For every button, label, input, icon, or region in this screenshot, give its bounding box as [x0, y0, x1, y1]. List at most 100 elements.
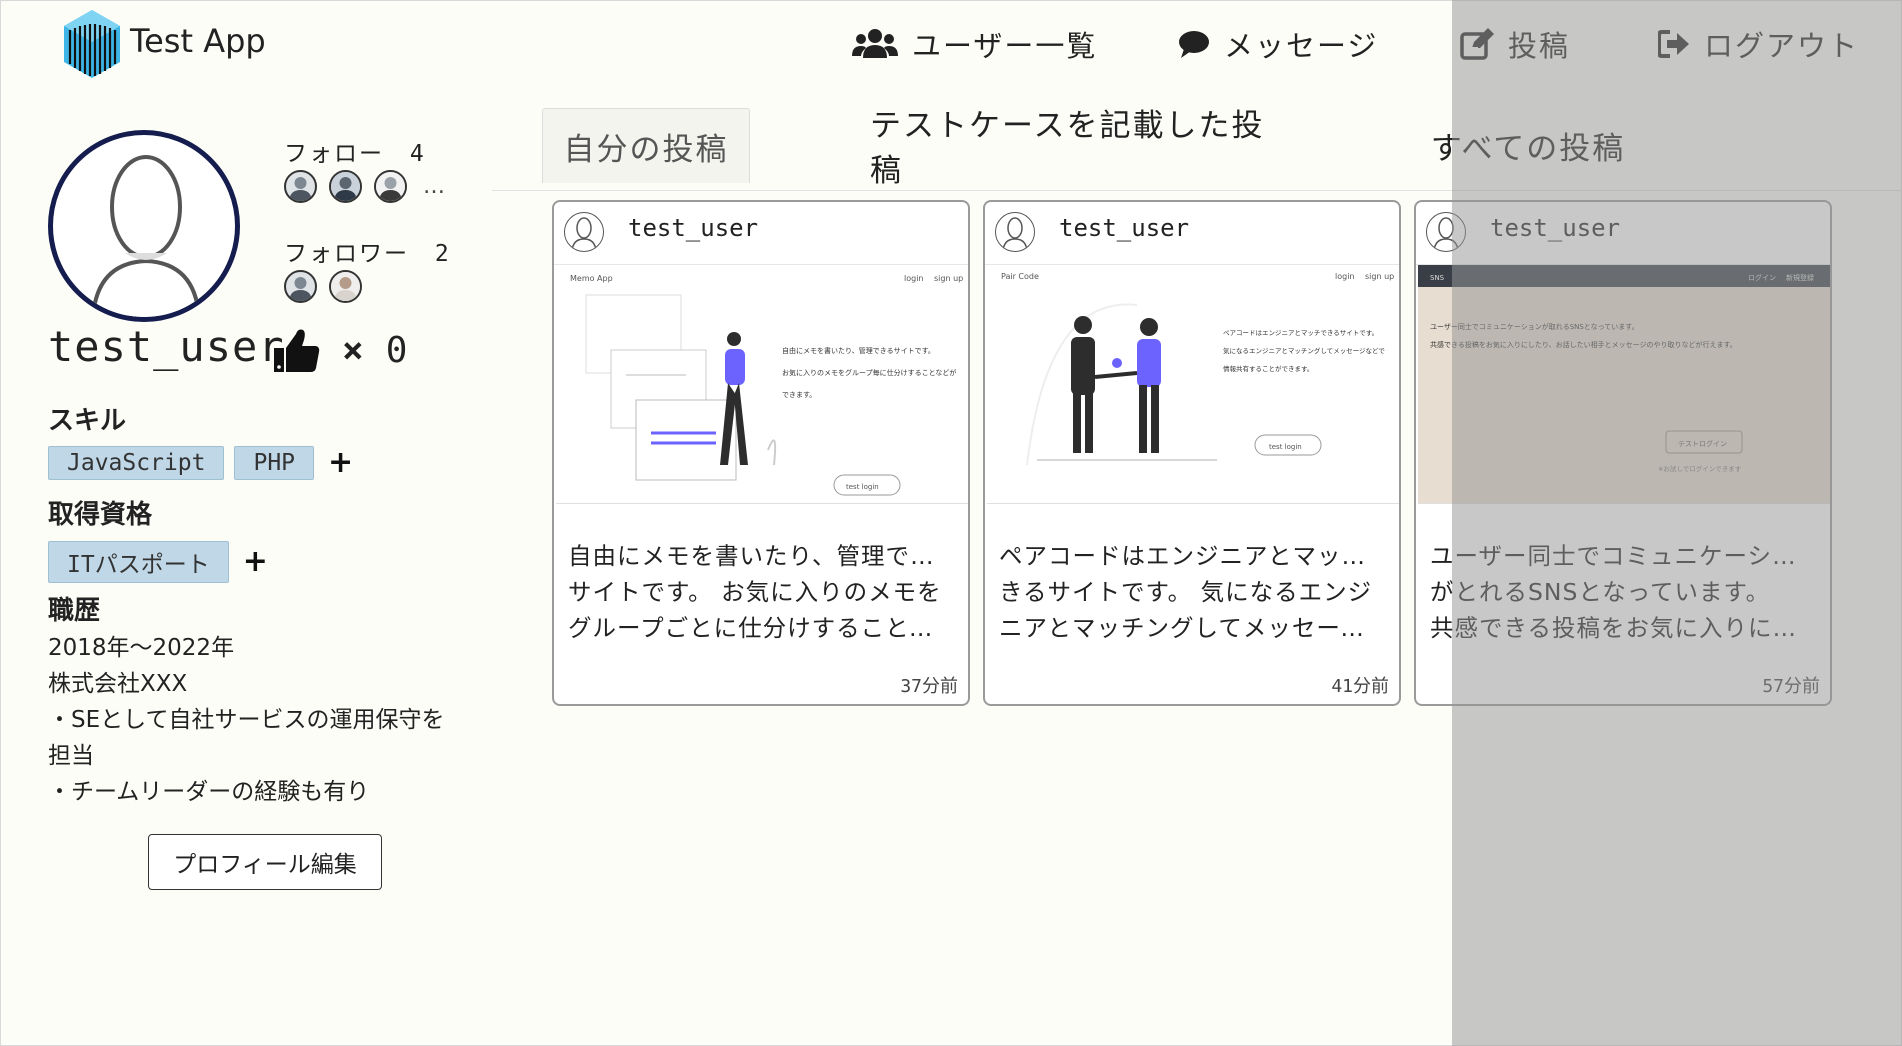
post-card[interactable]: test_user Memo App login sign up 自由にメモを書…: [552, 200, 970, 706]
app-logo-icon[interactable]: [60, 8, 124, 80]
comment-icon: [1179, 31, 1209, 58]
thumb-nav: login: [904, 274, 924, 283]
thumb-note: ※お試しでログインできます: [1658, 464, 1742, 473]
post-body-line: ニアとマッチングしてメッセージ…: [999, 614, 1387, 642]
post-time: 37分前: [900, 676, 958, 697]
thumb-button: テストログイン: [1678, 439, 1727, 448]
post-body-line: サイトです。 お気に入りのメモを: [568, 578, 942, 606]
post-author-avatar[interactable]: [995, 212, 1035, 252]
thumb-text: 自由にメモを書いたり、管理できるサイトです。: [782, 346, 935, 355]
nav-post-label: 投稿: [1508, 29, 1571, 63]
likes-counter: × 0: [274, 328, 407, 372]
post-card[interactable]: test_user Pair Code login sign up ペアコードは…: [983, 200, 1401, 706]
follower-avatar[interactable]: [329, 270, 362, 303]
tab-my-posts[interactable]: 自分の投稿: [542, 108, 750, 183]
career-line: ・チームリーダーの経験も有り: [48, 779, 370, 805]
career-line: 株式会社XXX: [48, 671, 188, 697]
follower-text: フォロワー: [284, 241, 409, 267]
nav-users-label: ユーザー一覧: [912, 29, 1098, 63]
likes-count: 0: [385, 329, 408, 371]
thumb-brand: SNS: [1430, 274, 1445, 282]
post-thumbnail: SNS ログイン 新規登録 ユーザー同士でコミュニケーションが取れるSNSとなっ…: [1418, 265, 1830, 504]
post-author-name[interactable]: test_user: [1059, 214, 1189, 242]
edit-profile-button[interactable]: プロフィール編集: [148, 834, 382, 890]
tab-testcase-posts[interactable]: テストケースを記載した投稿: [870, 108, 1290, 189]
header: Test App ユーザー一覧 メッセージ 投稿 ログアウト: [0, 0, 1902, 90]
career-text: 2018年〜2022年 株式会社XXX ・SEとして自社サービスの運用保守を担当…: [48, 630, 448, 810]
following-avatar[interactable]: [329, 170, 362, 203]
follow-count: 4: [409, 141, 426, 167]
nav-logout[interactable]: ログアウト: [1658, 22, 1859, 66]
thumb-brand: Pair Code: [1001, 272, 1039, 281]
cert-title: 取得資格: [48, 500, 153, 530]
follower-avatars: [284, 270, 362, 303]
following-avatar[interactable]: [284, 170, 317, 203]
edit-icon: [1460, 28, 1494, 60]
career-line: ・SEとして自社サービスの運用保守を担当: [48, 707, 445, 769]
thumb-button: test login: [846, 483, 879, 491]
nav-messages-label: メッセージ: [1224, 29, 1379, 63]
tabs-divider: [492, 190, 1902, 191]
skills-title: スキル: [48, 406, 127, 436]
sign-out-icon: [1658, 30, 1689, 58]
post-body-line: ペアコードはエンジニアとマッチで: [999, 542, 1387, 570]
post-author-avatar[interactable]: [564, 212, 604, 252]
post-author-avatar[interactable]: [1426, 212, 1466, 252]
thumb-text: 気になるエンジニアとマッチングしてメッセージなどで: [1223, 346, 1385, 355]
sns-screenshot: SNS ログイン 新規登録 ユーザー同士でコミュニケーションが取れるSNSとなっ…: [1418, 265, 1830, 503]
thumb-nav: ログイン: [1748, 273, 1776, 282]
post-body-line: ユーザー同士でコミュニケーション: [1430, 542, 1818, 570]
post-body-line: きるサイトです。 気になるエンジ: [999, 578, 1373, 606]
add-skill-button[interactable]: +: [328, 448, 353, 478]
skill-tag[interactable]: JavaScript: [48, 446, 225, 480]
tab-all-posts[interactable]: すべての投稿: [1408, 108, 1648, 182]
thumb-text: ユーザー同士でコミュニケーションが取れるSNSとなっています。: [1430, 322, 1639, 331]
follow-label[interactable]: フォロー 4: [284, 134, 426, 168]
pair-code-screenshot: Pair Code login sign up ペアコードはエンジニアとマッチで…: [987, 265, 1399, 503]
post-thumbnail: Pair Code login sign up ペアコードはエンジニアとマッチで…: [987, 265, 1399, 504]
post-time: 57分前: [1762, 676, 1820, 697]
nav-post[interactable]: 投稿: [1460, 22, 1570, 66]
likes-times: ×: [342, 329, 364, 371]
following-avatar[interactable]: [374, 170, 407, 203]
career-title: 職歴: [48, 596, 101, 626]
thumb-text: ペアコードはエンジニアとマッチできるサイトです。: [1223, 329, 1378, 337]
thumb-brand: Memo App: [570, 274, 613, 283]
thumb-nav: login: [1335, 272, 1355, 281]
follower-count: 2: [434, 241, 451, 267]
nav-users[interactable]: ユーザー一覧: [852, 22, 1097, 66]
thumb-text: できます。: [782, 391, 816, 399]
post-body-line: グループごとに仕分けすることな…: [568, 614, 956, 642]
thumb-nav: 新規登録: [1786, 273, 1814, 282]
follower-avatar[interactable]: [284, 270, 317, 303]
thumbs-up-icon[interactable]: [274, 328, 320, 372]
thumb-text: お気に入りのメモをグループ毎に仕分けすることなどが: [782, 368, 956, 377]
post-card-header: test_user: [554, 202, 968, 265]
profile-username: test_user: [48, 322, 285, 371]
post-body-line: がとれるSNSとなっています。: [1430, 578, 1771, 606]
post-body-line: 自由にメモを書いたり、管理できる: [568, 542, 956, 570]
post-author-name[interactable]: test_user: [1490, 214, 1620, 242]
post-body: 自由にメモを書いたり、管理できる サイトです。 お気に入りのメモを グループごと…: [568, 538, 956, 646]
following-avatars: …: [284, 170, 446, 203]
thumb-text: 情報共有することができます。: [1223, 364, 1313, 373]
more-following[interactable]: …: [423, 174, 446, 199]
app-title[interactable]: Test App: [130, 22, 266, 60]
post-thumbnail: Memo App login sign up 自由にメモを書いたり、管理できるサ…: [556, 265, 968, 504]
memo-app-screenshot: Memo App login sign up 自由にメモを書いたり、管理できるサ…: [556, 265, 968, 503]
nav-messages[interactable]: メッセージ: [1178, 22, 1378, 66]
post-card-header: test_user: [1416, 202, 1830, 265]
post-card[interactable]: test_user SNS ログイン 新規登録 ユーザー同士でコミュニケーション…: [1414, 200, 1832, 706]
thumb-text: 共感できる投稿をお気に入りにしたり、お話したい相手とメッセージのやり取りなどが行…: [1430, 340, 1737, 349]
skill-tag[interactable]: PHP: [234, 446, 315, 480]
nav-logout-label: ログアウト: [1704, 29, 1860, 63]
career-line: 2018年〜2022年: [48, 635, 235, 661]
follower-label[interactable]: フォロワー 2: [284, 234, 451, 268]
add-cert-button[interactable]: +: [243, 547, 268, 577]
post-author-name[interactable]: test_user: [628, 214, 758, 242]
post-time: 41分前: [1331, 676, 1389, 697]
cert-tag[interactable]: ITパスポート: [48, 541, 229, 583]
profile-avatar: [48, 130, 240, 322]
user-silhouette-icon: [91, 155, 201, 317]
post-body: ペアコードはエンジニアとマッチで きるサイトです。 気になるエンジ ニアとマッチ…: [999, 538, 1387, 646]
